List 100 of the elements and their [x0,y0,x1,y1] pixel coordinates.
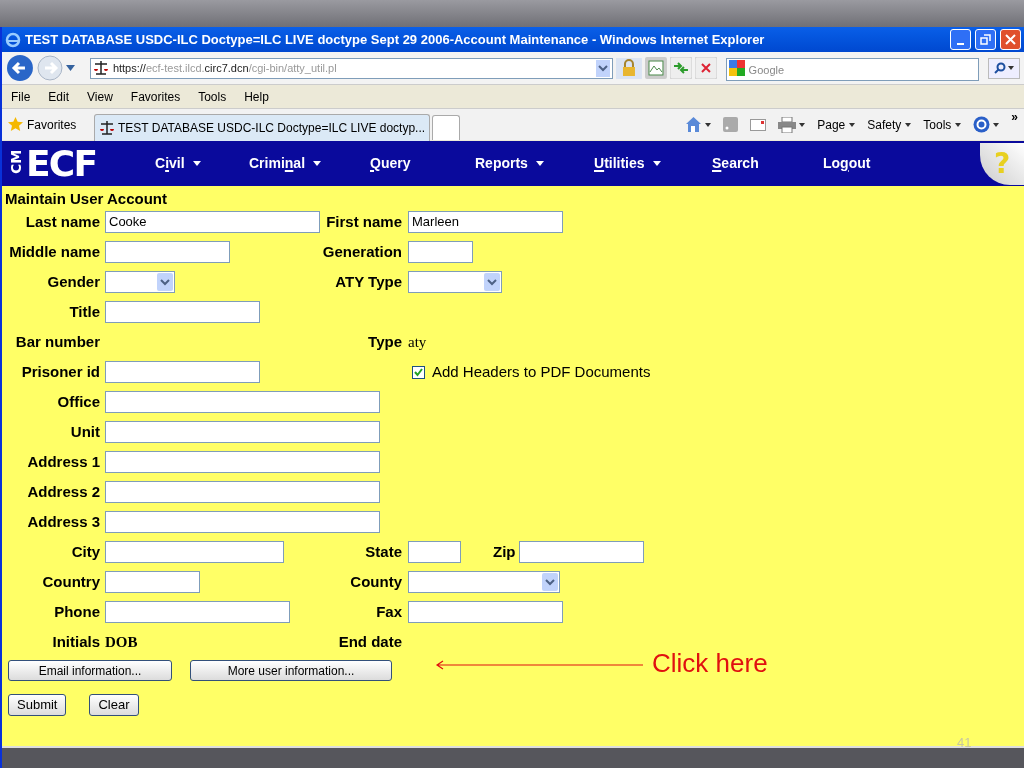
slide-number: 41 [957,733,972,752]
caret-icon [955,122,962,127]
nav-menu-item[interactable]: Logout [823,153,871,174]
nav-menu-item[interactable]: Criminal [249,153,306,174]
dropdown-field[interactable] [408,571,560,593]
field-label: DOB [105,634,138,650]
info-button[interactable]: Email information... [8,660,172,681]
caret-icon [705,122,712,127]
menu-item[interactable]: File [11,87,31,106]
text-field[interactable] [105,511,380,533]
caret-icon [1008,66,1015,70]
back-icon[interactable] [6,54,34,82]
refresh-icon[interactable] [669,57,692,79]
field-label: County [349,571,402,592]
field-label: Address 1 [26,451,100,472]
field-label: State [364,541,402,562]
field-label: Gender [46,271,100,292]
text-field[interactable] [105,391,380,413]
dropdown-field[interactable] [408,271,502,293]
field-label: Title [68,301,100,322]
caret-icon [905,122,912,127]
nav-menu-item[interactable]: Civil [155,153,185,174]
new-tab-button[interactable] [432,114,461,140]
text-field[interactable] [518,541,644,563]
text-field[interactable] [105,481,380,503]
search-button[interactable] [988,57,1020,79]
menu-item[interactable]: Favorites [130,87,181,106]
scales-icon [92,60,109,76]
caret-icon[interactable] [652,161,661,166]
search-field[interactable]: Google [725,58,980,81]
text-field[interactable] [105,241,230,263]
text-field[interactable] [105,421,380,443]
star-icon [8,117,23,132]
caret-icon[interactable] [535,161,544,166]
minimize-icon [957,42,964,45]
checkbox-label: Add Headers to PDF Documents [432,361,651,382]
help-icon[interactable] [973,116,991,133]
printer-icon[interactable] [778,116,797,133]
type-value: aty [408,334,427,350]
command-menu[interactable]: Tools [923,115,962,134]
menu-item[interactable]: Tools [198,87,227,106]
close-icon [1005,34,1016,45]
nav-menu-item[interactable]: Utilities [594,153,645,174]
nav-menu-item[interactable]: Search [712,153,759,174]
dropdown-arrow-icon[interactable] [65,65,75,71]
field-label: Last name [24,211,100,232]
field-label: ATY Type [334,271,402,292]
search-icon [994,62,1007,74]
nav-menu-item[interactable]: Reports [475,153,528,174]
browser-tab[interactable]: TEST DATABASE USDC-ILC Doctype=ILC LIVE doctyp... [94,113,431,141]
annotation-text: Click here [652,647,768,680]
caret-icon [993,122,1000,127]
home-icon[interactable] [685,116,703,133]
field-label: Country [41,571,100,592]
browser-icon [5,31,21,48]
checkbox[interactable] [412,365,425,379]
mail-icon[interactable] [750,118,767,131]
field-label: Initials [51,631,100,652]
field-label: Fax [375,601,402,622]
text-field[interactable] [105,601,290,623]
form-button[interactable]: Submit [8,694,67,716]
minimize-button[interactable] [950,29,971,50]
field-label: Address 2 [26,481,100,502]
text-field[interactable] [105,361,260,383]
caret-icon [799,122,806,127]
lock-icon [615,57,642,79]
nav-menu-item[interactable]: Query [370,153,411,174]
text-field[interactable]: Cooke [105,211,320,233]
favorites-button[interactable]: Favorites [8,115,94,134]
caret-icon [849,122,856,127]
text-field[interactable] [105,541,284,563]
command-menu[interactable]: Page [817,115,856,134]
text-field[interactable]: Marleen [408,211,563,233]
text-field[interactable] [105,571,200,593]
caret-icon[interactable] [192,161,201,166]
field-label: City [70,541,100,562]
text-field[interactable] [408,241,473,263]
text-field[interactable] [105,451,380,473]
info-button[interactable]: More user information... [190,660,392,681]
address-field[interactable]: https://ecf-test.ilcd.circ7.dcn/cgi-bin/atty_util.pl [89,57,613,79]
ecf-logo: CM ECF [7,145,98,182]
form-button[interactable]: Clear [89,694,139,716]
field-label: Generation [321,241,402,262]
field-label: Phone [53,601,100,622]
menu-item[interactable]: Help [244,87,269,106]
text-field[interactable] [105,301,260,323]
dropdown-field[interactable] [105,271,175,293]
overflow-button[interactable]: » [1011,107,1018,126]
form-title: Maintain User Account [5,189,168,207]
text-field[interactable] [408,601,563,623]
menu-item[interactable]: Edit [48,87,70,106]
caret-icon[interactable] [313,161,322,166]
field-label: Unit [69,421,100,442]
menu-item[interactable]: View [87,87,113,106]
restore-button[interactable] [975,29,996,50]
stop-icon[interactable] [694,57,717,79]
text-field[interactable] [408,541,461,563]
checkmark-icon [414,367,423,377]
command-menu[interactable]: Safety [867,115,912,134]
close-button[interactable] [1000,29,1021,50]
